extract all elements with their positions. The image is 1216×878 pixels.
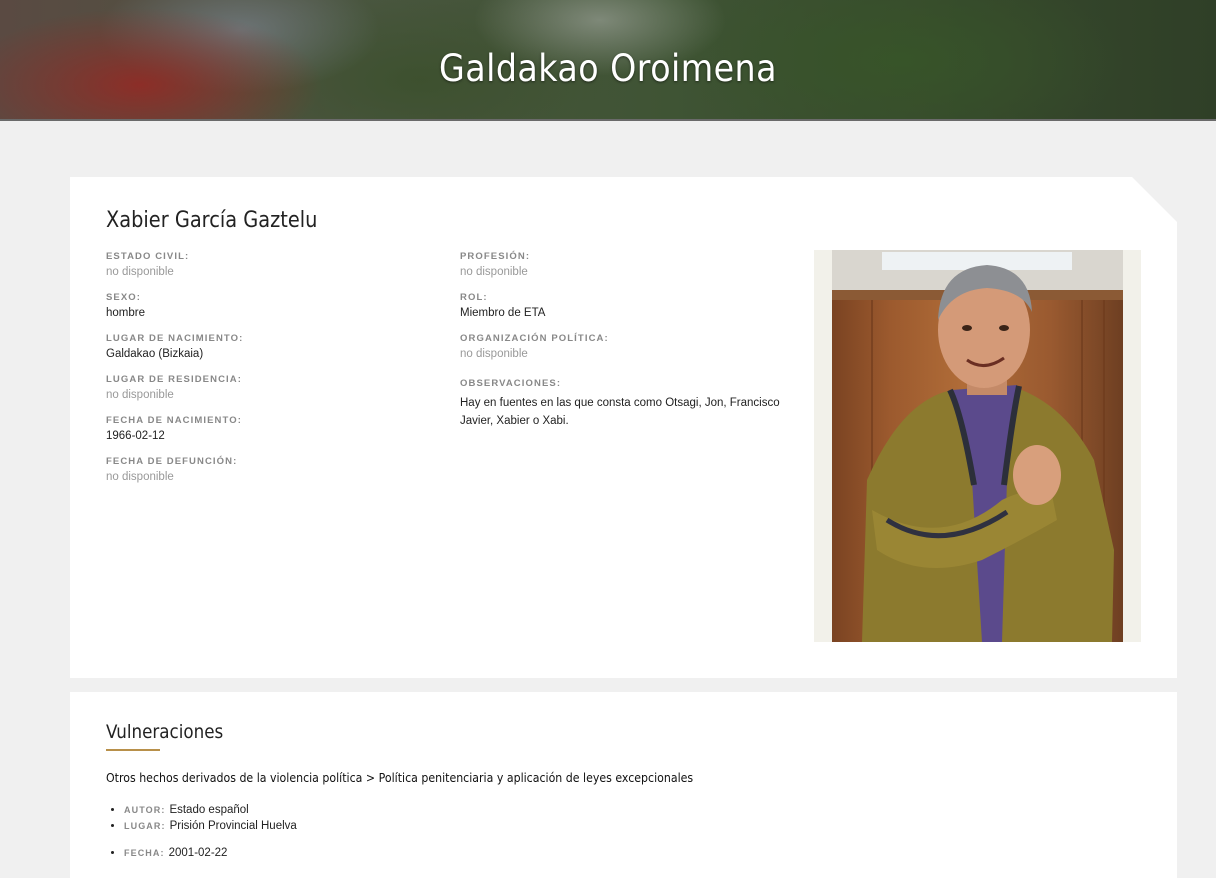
person-card: Xabier García Gaztelu ESTADO CIVIL: no d… [70, 177, 1177, 678]
person-details-right: PROFESIÓN: no disponible ROL: Miembro de… [460, 251, 790, 442]
field-value: no disponible [106, 389, 174, 401]
field-sexo: SEXO: hombre [106, 292, 436, 321]
detail-label: AUTOR: [124, 805, 166, 815]
header-banner: Galdakao Oroimena [0, 0, 1216, 121]
field-label: ROL: [460, 292, 488, 303]
detail-value: 2001-02-22 [168, 847, 228, 859]
field-label: ORGANIZACIÓN POLÍTICA: [460, 333, 609, 344]
field-value: no disponible [106, 471, 174, 483]
detail-value: Estado español [169, 804, 249, 816]
person-name: Xabier García Gaztelu [106, 208, 318, 233]
detail-lugar: LUGAR:Prisión Provincial Huelva [124, 818, 297, 834]
detail-label: LUGAR: [124, 821, 166, 831]
person-photo-frame [814, 250, 1141, 642]
field-value: Hay en fuentes en las que consta como Ot… [460, 397, 780, 427]
field-value: no disponible [460, 266, 528, 278]
field-label: FECHA DE NACIMIENTO: [106, 415, 242, 426]
field-profesion: PROFESIÓN: no disponible [460, 251, 790, 280]
field-value: no disponible [106, 266, 174, 278]
field-fecha-nacimiento: FECHA DE NACIMIENTO: 1966-02-12 [106, 415, 436, 444]
vulneraciones-card: Vulneraciones Otros hechos derivados de … [70, 692, 1177, 878]
detail-label: FECHA: [124, 848, 165, 858]
field-label: SEXO: [106, 292, 142, 303]
field-label: FECHA DE DEFUNCIÓN: [106, 456, 238, 467]
detail-fecha: FECHA:2001-02-22 [124, 845, 297, 861]
field-organizacion-politica: ORGANIZACIÓN POLÍTICA: no disponible [460, 333, 790, 362]
field-label: LUGAR DE RESIDENCIA: [106, 374, 243, 385]
site-title[interactable]: Galdakao Oroimena [61, 44, 1155, 94]
field-observaciones: OBSERVACIONES: Hay en fuentes en las que… [460, 378, 790, 430]
field-value: no disponible [460, 348, 528, 360]
vulneracion-category: Otros hechos derivados de la violencia p… [106, 770, 694, 785]
field-value: Miembro de ETA [460, 307, 546, 319]
field-lugar-nacimiento: LUGAR DE NACIMIENTO: Galdakao (Bizkaia) [106, 333, 436, 362]
field-fecha-defuncion: FECHA DE DEFUNCIÓN: no disponible [106, 456, 436, 485]
section-title: Vulneraciones [106, 721, 224, 743]
person-photo[interactable] [832, 250, 1123, 642]
detail-value: Prisión Provincial Huelva [169, 820, 297, 832]
field-lugar-residencia: LUGAR DE RESIDENCIA: no disponible [106, 374, 436, 403]
field-estado-civil: ESTADO CIVIL: no disponible [106, 251, 436, 280]
field-value: 1966-02-12 [106, 430, 165, 442]
field-rol: ROL: Miembro de ETA [460, 292, 790, 321]
field-label: PROFESIÓN: [460, 251, 531, 262]
vulneracion-details: AUTOR:Estado español LUGAR:Prisión Provi… [106, 802, 297, 861]
field-value: hombre [106, 307, 145, 319]
person-photo-image [832, 250, 1123, 642]
field-label: LUGAR DE NACIMIENTO: [106, 333, 244, 344]
field-label: ESTADO CIVIL: [106, 251, 190, 262]
detail-autor: AUTOR:Estado español [124, 802, 297, 818]
field-label: OBSERVACIONES: [460, 378, 562, 389]
field-value: Galdakao (Bizkaia) [106, 348, 204, 360]
section-underline [106, 749, 160, 751]
person-details-left: ESTADO CIVIL: no disponible SEXO: hombre… [106, 251, 436, 497]
